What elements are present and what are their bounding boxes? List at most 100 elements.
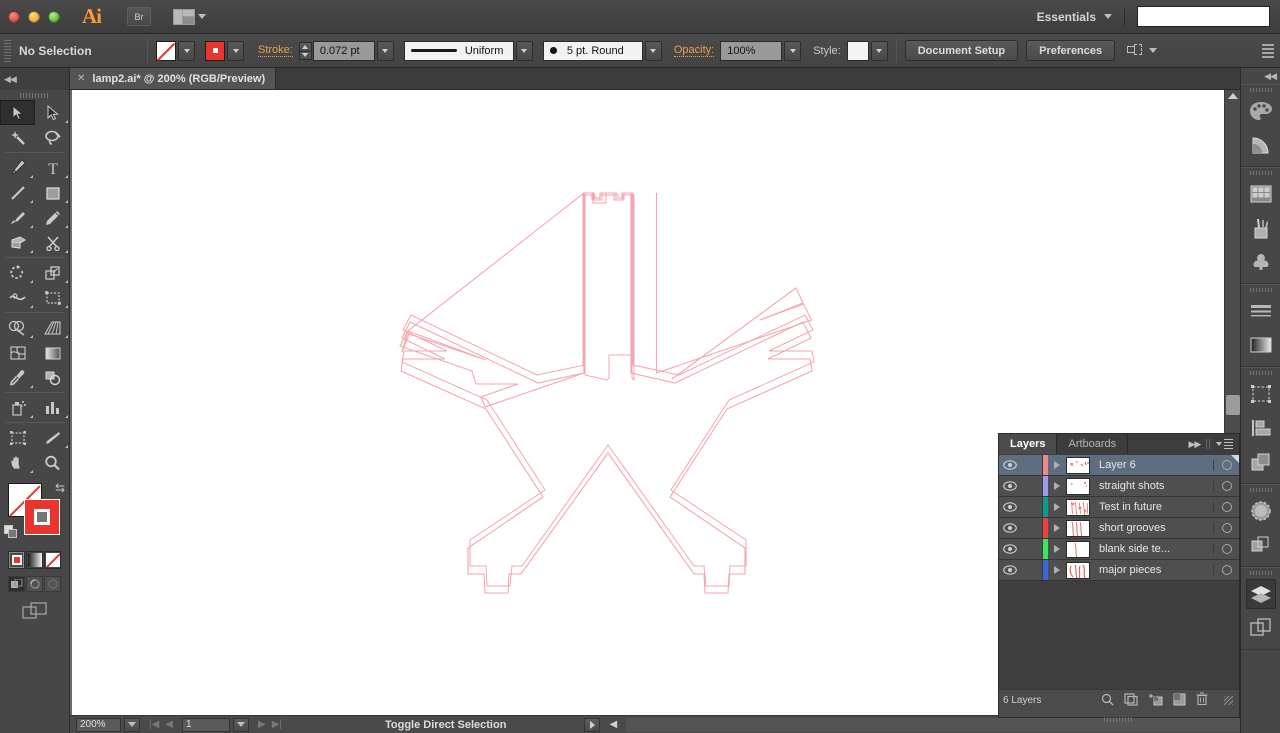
brushes-icon[interactable]	[1241, 211, 1280, 245]
selection-tool[interactable]	[0, 100, 35, 125]
direct-selection-tool[interactable]	[35, 100, 70, 125]
dock-expand-button[interactable]: ◀◀	[1241, 68, 1280, 84]
stroke-profile-select[interactable]: Uniform	[404, 41, 514, 61]
none-mode-button[interactable]	[44, 551, 61, 569]
next-artboard-icon[interactable]: ▶	[258, 719, 266, 730]
lock-toggle[interactable]	[1021, 539, 1043, 559]
paintbrush-tool[interactable]	[0, 205, 35, 230]
line-segment-tool[interactable]	[0, 180, 35, 205]
chevron-down-icon[interactable]	[1104, 14, 1112, 19]
align-to-selection-icon[interactable]	[1127, 44, 1143, 58]
draw-inside-button[interactable]	[44, 576, 61, 592]
pathfinder-icon[interactable]	[1241, 445, 1280, 479]
expand-layer-icon[interactable]	[1048, 461, 1066, 469]
dock-group-grip[interactable]	[1241, 568, 1280, 577]
layer-row[interactable]: straight shots	[999, 476, 1239, 497]
target-indicator[interactable]	[1213, 460, 1239, 470]
opacity-input[interactable]: 100%	[720, 41, 782, 61]
style-dropdown-button[interactable]	[871, 41, 888, 61]
opacity-label[interactable]: Opacity:	[674, 44, 714, 57]
scrollbar-thumb[interactable]	[1226, 395, 1240, 415]
layer-name[interactable]: straight shots	[1090, 480, 1213, 492]
visibility-toggle-icon[interactable]	[999, 481, 1021, 491]
tools-panel-collapse-button[interactable]: ◀◀	[0, 68, 69, 90]
graphic-style-swatch[interactable]	[847, 41, 869, 61]
visibility-toggle-icon[interactable]	[999, 502, 1021, 512]
eyedropper-tool[interactable]	[0, 365, 35, 390]
status-text[interactable]: Toggle Direct Selection	[385, 719, 506, 731]
mesh-tool[interactable]	[0, 340, 35, 365]
lasso-tool[interactable]	[35, 125, 70, 150]
type-tool[interactable]: T	[35, 155, 70, 180]
gradient-tool[interactable]	[35, 340, 70, 365]
scroll-up-icon[interactable]	[1228, 93, 1238, 99]
magic-wand-tool[interactable]	[0, 125, 35, 150]
layer-row[interactable]: short grooves	[999, 518, 1239, 539]
workspace-switcher[interactable]: Essentials	[1037, 10, 1096, 24]
layer-name[interactable]: Test in future	[1090, 501, 1213, 513]
window-controls[interactable]	[8, 11, 60, 23]
slice-tool[interactable]	[35, 425, 70, 450]
target-indicator[interactable]	[1213, 523, 1239, 533]
layer-name[interactable]: blank side te...	[1090, 543, 1213, 555]
visibility-toggle-icon[interactable]	[999, 565, 1021, 575]
transparency-icon[interactable]	[1241, 494, 1280, 528]
dock-group-grip[interactable]	[1241, 85, 1280, 94]
draw-behind-button[interactable]	[26, 576, 43, 592]
blend-tool[interactable]	[35, 365, 70, 390]
previous-artboard-icon[interactable]: ◀	[165, 719, 173, 730]
stroke-profile-dropdown-button[interactable]	[516, 41, 533, 61]
arrange-documents-button[interactable]	[173, 9, 206, 25]
visibility-toggle-icon[interactable]	[999, 523, 1021, 533]
draw-normal-button[interactable]	[8, 576, 25, 592]
control-bar-menu-button[interactable]	[1262, 44, 1274, 58]
free-transform-tool[interactable]	[35, 285, 70, 310]
swatches-icon[interactable]	[1241, 177, 1280, 211]
expand-layer-icon[interactable]	[1048, 524, 1066, 532]
perspective-grid-tool[interactable]	[35, 315, 70, 340]
artboard-dropdown-button[interactable]	[233, 718, 249, 732]
dock-group-grip[interactable]	[1241, 485, 1280, 494]
zoom-tool[interactable]	[35, 450, 70, 475]
symbol-sprayer-tool[interactable]	[0, 395, 35, 420]
scale-tool[interactable]	[35, 260, 70, 285]
target-indicator[interactable]	[1213, 502, 1239, 512]
panel-resize-handle[interactable]	[1224, 696, 1233, 705]
hand-tool[interactable]	[0, 450, 35, 475]
column-graph-tool[interactable]	[35, 395, 70, 420]
transform-icon[interactable]	[1241, 377, 1280, 411]
gradient-icon[interactable]	[1241, 328, 1280, 362]
document-setup-button[interactable]: Document Setup	[905, 40, 1018, 61]
fill-swatch[interactable]	[156, 41, 176, 61]
layer-row[interactable]: blank side te...	[999, 539, 1239, 560]
tab-artboards[interactable]: Artboards	[1057, 434, 1128, 454]
chevron-down-icon[interactable]	[1149, 48, 1157, 53]
layer-row[interactable]: major pieces	[999, 560, 1239, 581]
brush-dropdown-button[interactable]	[645, 41, 662, 61]
shape-builder-tool[interactable]	[0, 315, 35, 340]
stroke-icon[interactable]	[1241, 294, 1280, 328]
rectangle-tool[interactable]	[35, 180, 70, 205]
collapse-panel-icon[interactable]: ▶▶	[1188, 439, 1200, 450]
expand-layer-icon[interactable]	[1048, 566, 1066, 574]
status-menu-button[interactable]	[584, 718, 600, 732]
default-fill-stroke-icon[interactable]	[4, 525, 18, 539]
brush-select[interactable]: 5 pt. Round	[543, 41, 643, 61]
create-new-layer-icon[interactable]	[1173, 693, 1186, 709]
maximize-window-button[interactable]	[48, 11, 60, 23]
width-tool[interactable]	[0, 285, 35, 310]
layers-icon[interactable]	[1241, 577, 1280, 611]
align-icon[interactable]	[1241, 411, 1280, 445]
lock-toggle[interactable]	[1021, 560, 1043, 580]
swap-fill-stroke-icon[interactable]: ⇆	[55, 481, 65, 495]
locate-object-icon[interactable]	[1101, 693, 1114, 709]
search-input[interactable]	[1137, 6, 1270, 27]
close-icon[interactable]: ✕	[77, 73, 85, 84]
fill-color-control[interactable]	[156, 41, 195, 61]
dock-group-grip[interactable]	[1241, 168, 1280, 177]
minimize-window-button[interactable]	[28, 11, 40, 23]
target-indicator[interactable]	[1213, 544, 1239, 554]
layer-name[interactable]: Layer 6	[1090, 459, 1213, 471]
lock-toggle[interactable]	[1021, 518, 1043, 538]
artboard-number-input[interactable]: 1	[182, 718, 230, 732]
